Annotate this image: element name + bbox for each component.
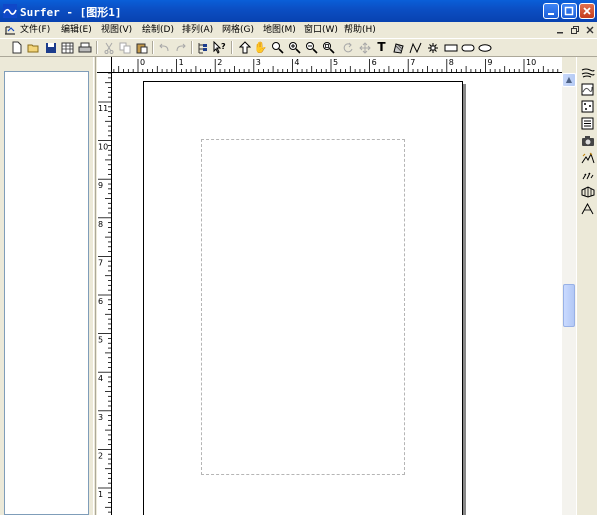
vertical-scrollbar[interactable]: ▲ — [562, 73, 576, 515]
cut-icon[interactable] — [101, 40, 116, 55]
title-bar: Surfer - [图形1] — [0, 0, 597, 22]
ruler-label: 9 — [98, 181, 103, 190]
plot-page[interactable] — [143, 81, 463, 515]
ruler-label: 2 — [98, 451, 103, 460]
ruler-label: 3 — [98, 413, 103, 422]
mdi-restore-icon[interactable] — [569, 24, 581, 36]
menu-window[interactable]: 窗口(W) — [304, 23, 338, 37]
main-toolbar: ? ✋ T — [0, 38, 597, 57]
toolbar-separator — [96, 41, 98, 54]
print-icon[interactable] — [77, 40, 92, 55]
new-icon[interactable] — [9, 40, 24, 55]
wireframe-icon[interactable] — [580, 184, 595, 199]
select-icon[interactable] — [237, 40, 252, 55]
move-icon[interactable] — [357, 40, 372, 55]
shaded-relief-icon[interactable] — [580, 150, 595, 165]
close-button[interactable] — [579, 3, 595, 19]
paste-icon[interactable] — [134, 40, 149, 55]
text-icon[interactable]: T — [374, 40, 389, 55]
zoom-in-icon[interactable] — [287, 40, 302, 55]
mdi-close-icon[interactable] — [584, 24, 596, 36]
ruler-label: 8 — [98, 220, 103, 229]
ruler-label: 3 — [256, 58, 261, 67]
vertical-ruler: 11 10 9 8 7 6 5 4 3 2 1 — [97, 73, 112, 515]
menu-map[interactable]: 地图(M) — [263, 23, 296, 37]
object-manager-icon[interactable] — [195, 40, 210, 55]
ellipse-icon[interactable] — [477, 40, 492, 55]
rounded-rect-icon[interactable] — [460, 40, 475, 55]
base-map-icon[interactable] — [580, 82, 595, 97]
ruler-label: 11 — [98, 104, 108, 113]
ruler-label: 4 — [98, 374, 103, 383]
ruler-corner — [97, 57, 112, 73]
ruler-label: 8 — [449, 58, 454, 67]
map-toolbar — [576, 57, 597, 515]
menu-file[interactable]: 文件(F) — [20, 23, 50, 37]
zoom-out-icon[interactable] — [304, 40, 319, 55]
help-pointer-icon[interactable]: ? — [211, 40, 226, 55]
surfer-app-icon[interactable] — [3, 4, 17, 18]
save-icon[interactable] — [43, 40, 58, 55]
post-map-icon[interactable] — [580, 99, 595, 114]
scroll-thumb[interactable] — [563, 284, 575, 327]
ruler-label: 10 — [526, 58, 536, 67]
page-margin-outline — [201, 139, 405, 475]
ruler-label: 5 — [333, 58, 338, 67]
zoom-rect-icon[interactable] — [270, 40, 285, 55]
toolbar-separator — [231, 41, 233, 54]
rectangle-icon[interactable] — [443, 40, 458, 55]
menu-arrange[interactable]: 排列(A) — [182, 23, 213, 37]
symbol-icon[interactable] — [425, 40, 440, 55]
ruler-label: 6 — [372, 58, 377, 67]
horizontal-ruler: 01234567891011 — [97, 57, 562, 73]
polygon-icon[interactable] — [391, 40, 406, 55]
scroll-up-icon[interactable]: ▲ — [562, 73, 576, 87]
object-tree[interactable] — [4, 71, 89, 515]
document-icon[interactable] — [3, 23, 17, 37]
window-title: Surfer - [图形1] — [20, 6, 122, 19]
menu-edit[interactable]: 编辑(E) — [61, 23, 92, 37]
contour-map-icon[interactable] — [580, 65, 595, 80]
ruler-label: 2 — [217, 58, 222, 67]
ruler-label: 6 — [98, 297, 103, 306]
ruler-label: 7 — [410, 58, 415, 67]
worksheet-icon[interactable] — [60, 40, 75, 55]
ruler-label: 0 — [140, 58, 145, 67]
image-map-icon[interactable] — [580, 133, 595, 148]
ruler-label: 10 — [98, 143, 108, 152]
redo-icon[interactable] — [173, 40, 188, 55]
menu-bar: 文件(F) 编辑(E) 视图(V) 绘制(D) 排列(A) 网格(G) 地图(M… — [0, 22, 597, 38]
minimize-button[interactable] — [543, 3, 559, 19]
plot-canvas[interactable] — [112, 73, 562, 515]
polyline-icon[interactable] — [408, 40, 423, 55]
menu-view[interactable]: 视图(V) — [101, 23, 132, 37]
surface-icon[interactable] — [580, 201, 595, 216]
ruler-label: 7 — [98, 258, 103, 267]
vector-map-icon[interactable] — [580, 167, 595, 182]
toolbar-separator — [152, 41, 154, 54]
menu-draw[interactable]: 绘制(D) — [142, 23, 174, 37]
rotate-icon[interactable] — [340, 40, 355, 55]
copy-icon[interactable] — [117, 40, 132, 55]
menu-grid[interactable]: 网格(G) — [222, 23, 254, 37]
ruler-label: 4 — [294, 58, 299, 67]
ruler-label: 1 — [179, 58, 184, 67]
pan-icon[interactable]: ✋ — [253, 40, 268, 55]
zoom-page-icon[interactable] — [321, 40, 336, 55]
undo-icon[interactable] — [156, 40, 171, 55]
menu-help[interactable]: 帮助(H) — [344, 23, 376, 37]
ruler-label: 1 — [98, 490, 103, 499]
toolbar-separator — [191, 41, 193, 54]
ruler-label: 9 — [487, 58, 492, 67]
object-manager-panel — [0, 57, 93, 515]
open-icon[interactable] — [26, 40, 41, 55]
maximize-button[interactable] — [561, 3, 577, 19]
mdi-minimize-icon[interactable] — [554, 24, 566, 36]
svg-text:?: ? — [221, 42, 226, 51]
ruler-label: 5 — [98, 336, 103, 345]
panel-splitter[interactable] — [93, 57, 96, 515]
classed-post-icon[interactable] — [580, 116, 595, 131]
